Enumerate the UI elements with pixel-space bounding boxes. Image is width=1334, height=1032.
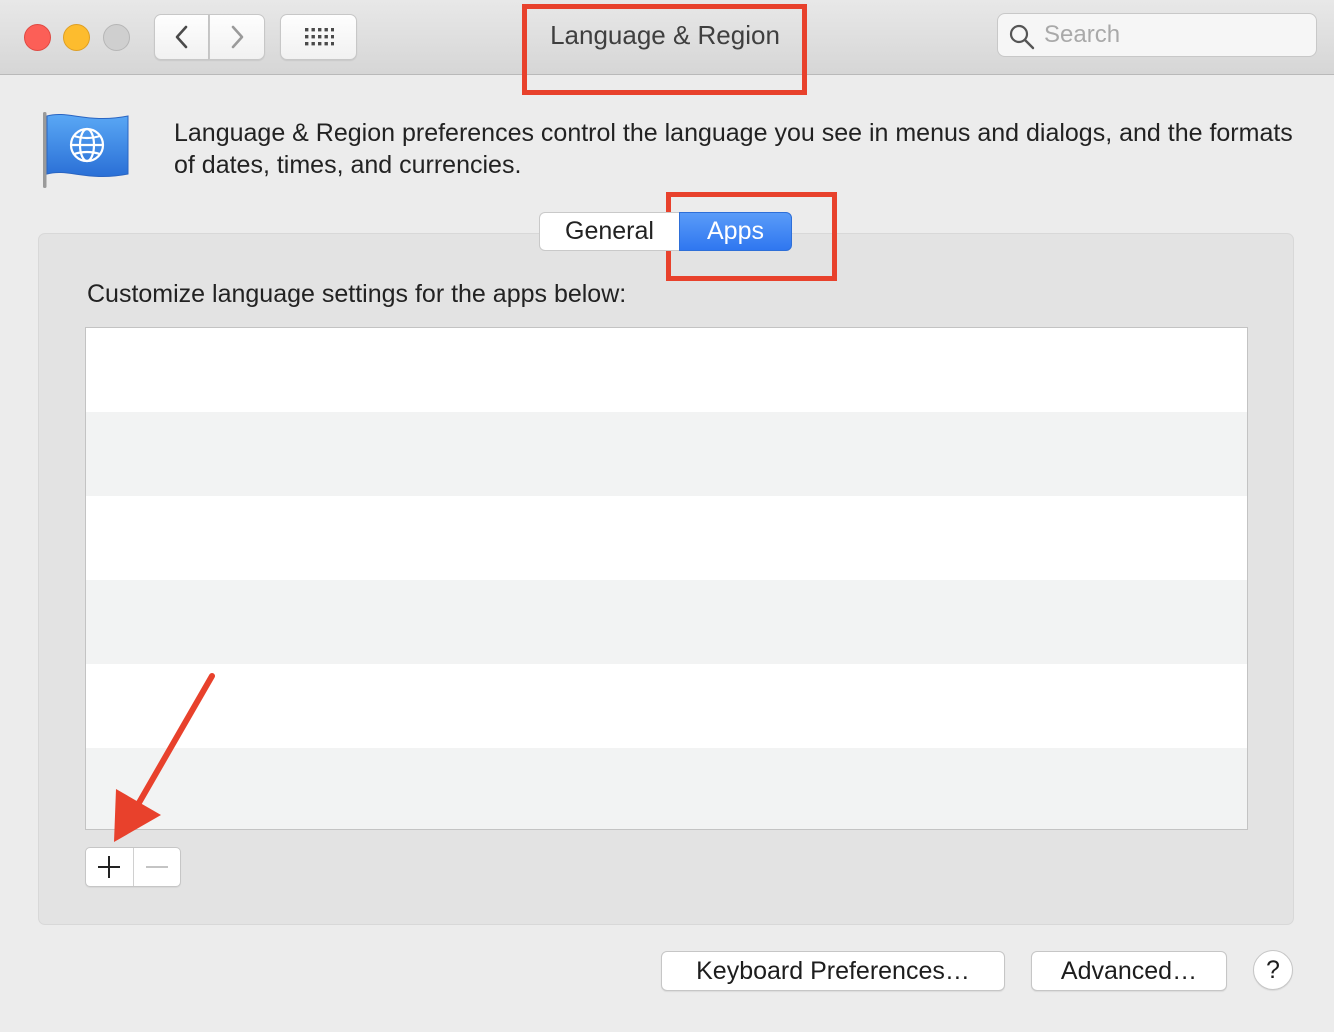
list-row [86, 496, 1247, 580]
list-row [86, 328, 1247, 412]
title-bar: Language & Region [0, 0, 1334, 75]
show-all-button[interactable] [280, 14, 357, 60]
window-title: Language & Region [550, 20, 780, 50]
search-input[interactable] [1044, 20, 1304, 50]
help-button[interactable]: ? [1253, 950, 1293, 990]
globe-flag-icon [43, 112, 129, 188]
list-row [86, 580, 1247, 664]
add-remove-control [85, 847, 181, 887]
tab-bar: General Apps [539, 212, 792, 253]
forward-button[interactable] [209, 14, 265, 60]
minus-icon [145, 866, 168, 868]
zoom-window-button[interactable] [103, 24, 130, 51]
apps-list[interactable] [85, 327, 1248, 830]
keyboard-preferences-button[interactable]: Keyboard Preferences… [661, 951, 1005, 991]
search-field[interactable] [997, 13, 1317, 57]
close-window-button[interactable] [24, 24, 51, 51]
plus-icon [98, 856, 121, 878]
description-text: Language & Region preferences control th… [174, 119, 1293, 179]
tab-general[interactable]: General [539, 212, 679, 251]
add-app-button[interactable] [86, 848, 134, 886]
back-button[interactable] [154, 14, 209, 60]
list-row [86, 664, 1247, 748]
search-icon [1009, 24, 1035, 50]
list-row [86, 748, 1247, 829]
show-all-grid-icon [304, 28, 334, 46]
minimize-window-button[interactable] [63, 24, 90, 51]
tab-apps[interactable]: Apps [679, 212, 792, 251]
advanced-button[interactable]: Advanced… [1031, 951, 1227, 991]
list-row [86, 412, 1247, 496]
chevron-right-icon [231, 25, 244, 49]
apps-panel-label: Customize language settings for the apps… [87, 280, 627, 308]
chevron-left-icon [175, 25, 187, 49]
remove-app-button[interactable] [134, 848, 181, 886]
